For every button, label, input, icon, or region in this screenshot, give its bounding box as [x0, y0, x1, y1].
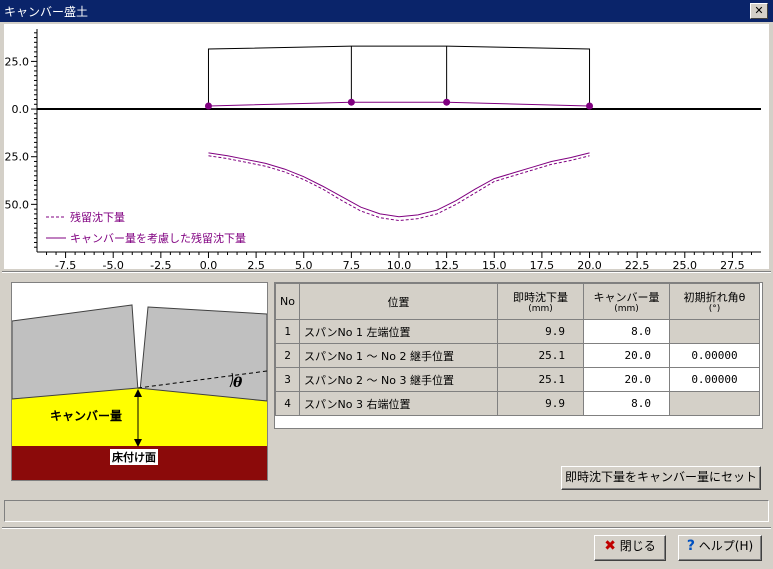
angle-symbol: θ: [233, 375, 243, 391]
header-settlement-unit: (mm): [528, 304, 553, 314]
header-angle-label: 初期折れ角θ: [683, 291, 746, 304]
question-icon: ?: [686, 538, 695, 554]
embankment-outline: [207, 45, 591, 110]
header-camber-label: キャンバー量: [593, 291, 660, 304]
x-tick-label: 17.5: [530, 259, 555, 269]
row-no: 1: [275, 319, 300, 344]
header-angle-unit: (°): [708, 304, 721, 314]
row-angle-input[interactable]: 0.00000: [669, 343, 760, 368]
set-camber-button[interactable]: 即時沈下量をキャンバー量にセット: [561, 466, 761, 490]
header-position: 位置: [299, 283, 498, 320]
y-tick-label: 25.0: [5, 55, 30, 68]
header-camber-unit: (mm): [614, 304, 639, 314]
x-tick-label: 0.0: [200, 259, 218, 269]
title-bar: キャンバー盛土 ✕: [0, 0, 773, 22]
y-tick-label: 0.0: [12, 103, 30, 116]
divider: [2, 527, 771, 529]
y-tick-label: -50.0: [4, 198, 29, 211]
x-tick-label: 27.5: [720, 259, 745, 269]
row-settlement: 9.9: [497, 391, 584, 416]
x-tick-label: 12.5: [434, 259, 459, 269]
row-camber-input[interactable]: 20.0: [583, 367, 670, 392]
camber-line: [208, 101, 590, 107]
camber-point: [347, 98, 355, 106]
y-tick-label: -25.0: [4, 151, 29, 164]
legend-label: 残留沈下量: [70, 210, 125, 224]
table-row: 1 スパンNo 1 左端位置 9.9 8.0: [275, 319, 760, 344]
left-block-shape: [12, 304, 139, 400]
row-angle: [669, 391, 760, 416]
row-position: スパンNo 1 ～ No 2 継手位置: [299, 343, 498, 368]
x-icon: ✖: [604, 538, 616, 554]
row-angle: [669, 319, 760, 344]
x-tick-label: -5.0: [102, 259, 123, 269]
table-row: 2 スパンNo 1 ～ No 2 継手位置 25.1 20.0 0.00000: [275, 343, 760, 368]
header-camber: キャンバー量 (mm): [583, 283, 670, 320]
x-tick-label: 7.5: [343, 259, 361, 269]
row-no: 3: [275, 367, 300, 392]
row-no: 2: [275, 343, 300, 368]
camber-point: [204, 102, 212, 110]
x-tick-label: 2.5: [247, 259, 265, 269]
row-camber-input[interactable]: 8.0: [583, 391, 670, 416]
row-no: 4: [275, 391, 300, 416]
settlement-chart: 25.0 0.0 -25.0 -50.0 -7.5 -5.0 -2.5 0.0 2.5 5.0 7.…: [4, 24, 769, 269]
chart-svg: 25.0 0.0 -25.0 -50.0 -7.5 -5.0 -2.5 0.0 2.5 5.0 7.…: [4, 29, 761, 269]
close-icon[interactable]: ✕: [750, 3, 768, 19]
header-no: No: [275, 283, 300, 320]
header-angle: 初期折れ角θ (°): [669, 283, 760, 320]
x-tick-label: 5.0: [295, 259, 313, 269]
row-position: スパンNo 1 左端位置: [299, 319, 498, 344]
row-settlement: 25.1: [497, 367, 584, 392]
row-position: スパンNo 2 ～ No 3 継手位置: [299, 367, 498, 392]
x-tick-label: -7.5: [55, 259, 76, 269]
right-block-shape: [139, 306, 267, 402]
close-button-label: 閉じる: [619, 539, 656, 553]
camber-point: [443, 98, 451, 106]
x-tick-label: 25.0: [673, 259, 698, 269]
legend-label: キャンバー量を考慮した残留沈下量: [70, 231, 246, 245]
x-tick-label: -2.5: [150, 259, 171, 269]
camber-diagram: キャンバー量 床付け面 θ: [11, 282, 268, 481]
close-button[interactable]: ✖ 閉じる: [594, 535, 666, 561]
row-settlement: 25.1: [497, 343, 584, 368]
row-angle-input[interactable]: 0.00000: [669, 367, 760, 392]
window-title: キャンバー盛土: [4, 5, 89, 19]
help-button[interactable]: ? ヘルプ(H): [678, 535, 762, 561]
divider: [2, 271, 771, 273]
header-settlement-label: 即時沈下量: [513, 291, 568, 304]
x-tick-label: 15.0: [482, 259, 507, 269]
row-position: スパンNo 3 右端位置: [299, 391, 498, 416]
x-tick-label: 22.5: [625, 259, 650, 269]
header-settlement: 即時沈下量 (mm): [497, 283, 584, 320]
row-camber-input[interactable]: 8.0: [583, 319, 670, 344]
camber-residual-line: [208, 152, 590, 218]
x-tick-label: 10.0: [387, 259, 412, 269]
status-bar: [4, 500, 769, 522]
camber-point: [586, 102, 594, 110]
residual-settlement-line: [208, 155, 590, 222]
table-row: 3 スパンNo 2 ～ No 3 継手位置 25.1 20.0 0.00000: [275, 367, 760, 392]
x-tick-label: 20.0: [577, 259, 602, 269]
camber-amount-label: キャンバー量: [50, 409, 123, 423]
camber-table: No 位置 即時沈下量 (mm) キャンバー量 (mm) 初期折れ角θ (°) 1 ス…: [274, 282, 763, 429]
row-camber-input[interactable]: 20.0: [583, 343, 670, 368]
help-button-label: ヘルプ(H): [698, 539, 754, 553]
table-row: 4 スパンNo 3 右端位置 9.9 8.0: [275, 391, 760, 416]
base-surface-label: 床付け面: [110, 449, 158, 465]
row-settlement: 9.9: [497, 319, 584, 344]
